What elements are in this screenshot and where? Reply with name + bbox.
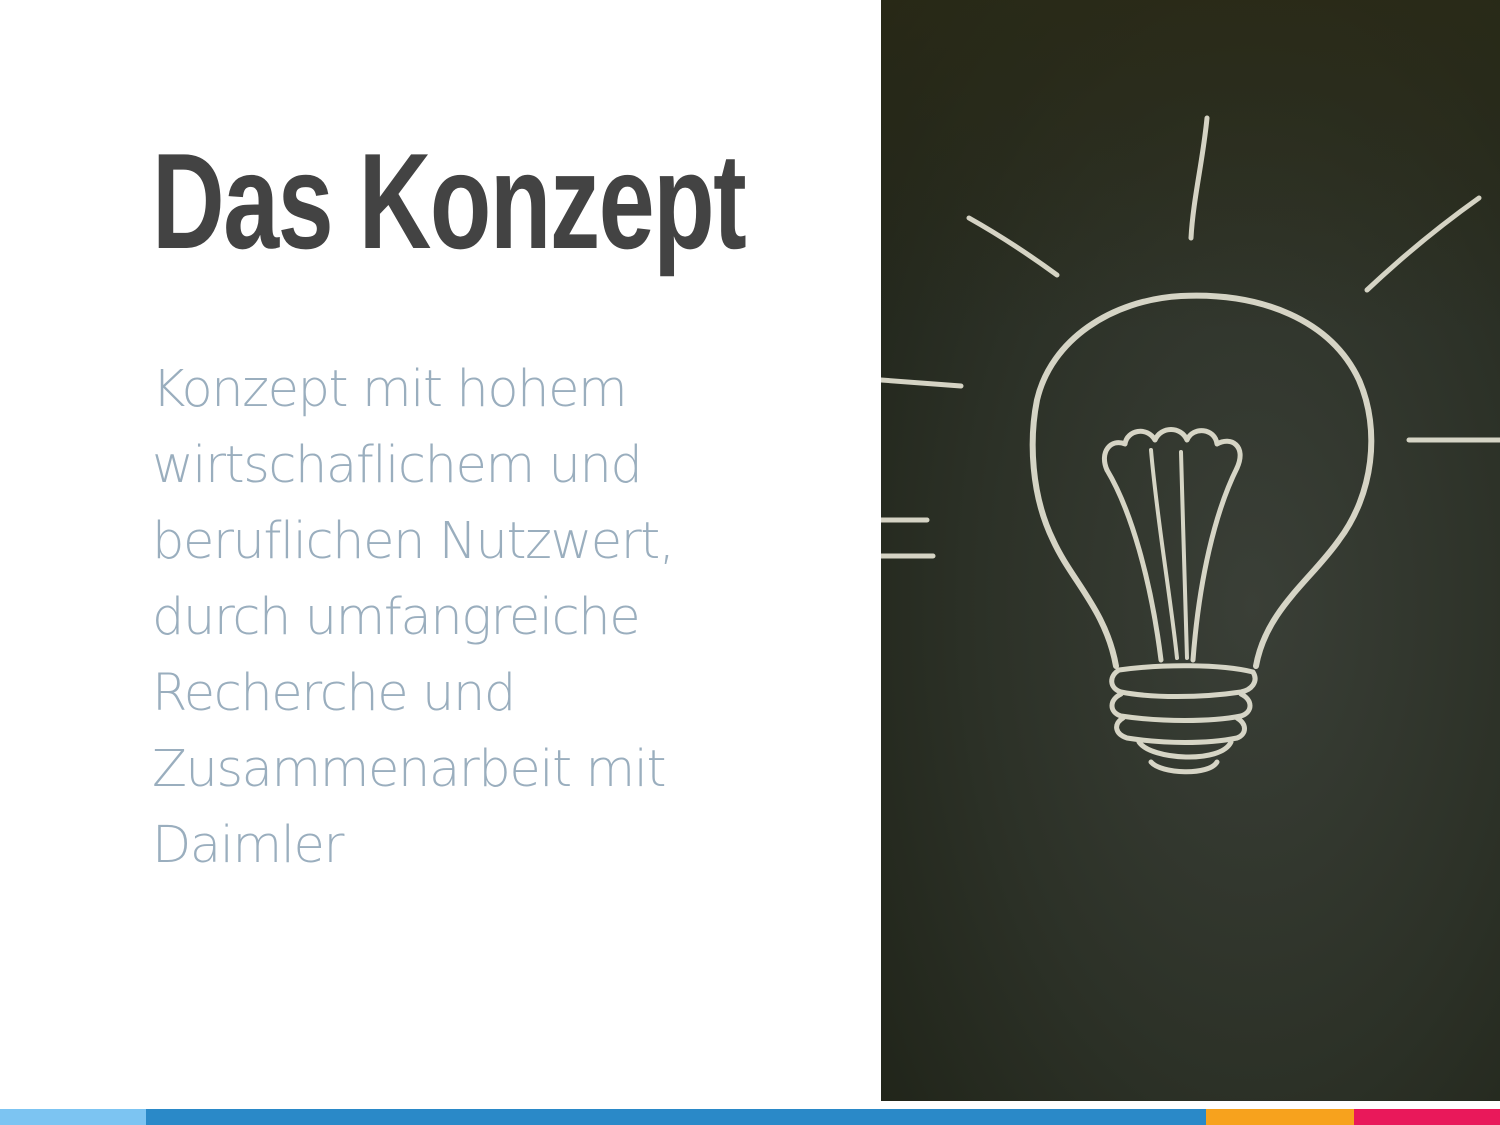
- slide-body-text: Konzept mit hohem wirtschaflichem und be…: [152, 360, 675, 875]
- lightbulb-chalkboard-image: [881, 0, 1500, 1101]
- slide-title: Das Konzept: [152, 125, 747, 277]
- bar-segment-orange: [1206, 1109, 1354, 1125]
- bottom-color-bar: [0, 1109, 1500, 1125]
- bar-segment-pink: [1354, 1109, 1500, 1125]
- lightbulb-icon: [881, 0, 1500, 1101]
- slide: Das Konzept Konzept mit hohem wirtschafl…: [0, 0, 1500, 1125]
- bar-segment-blue: [146, 1109, 1206, 1125]
- bar-segment-light-blue: [0, 1109, 146, 1125]
